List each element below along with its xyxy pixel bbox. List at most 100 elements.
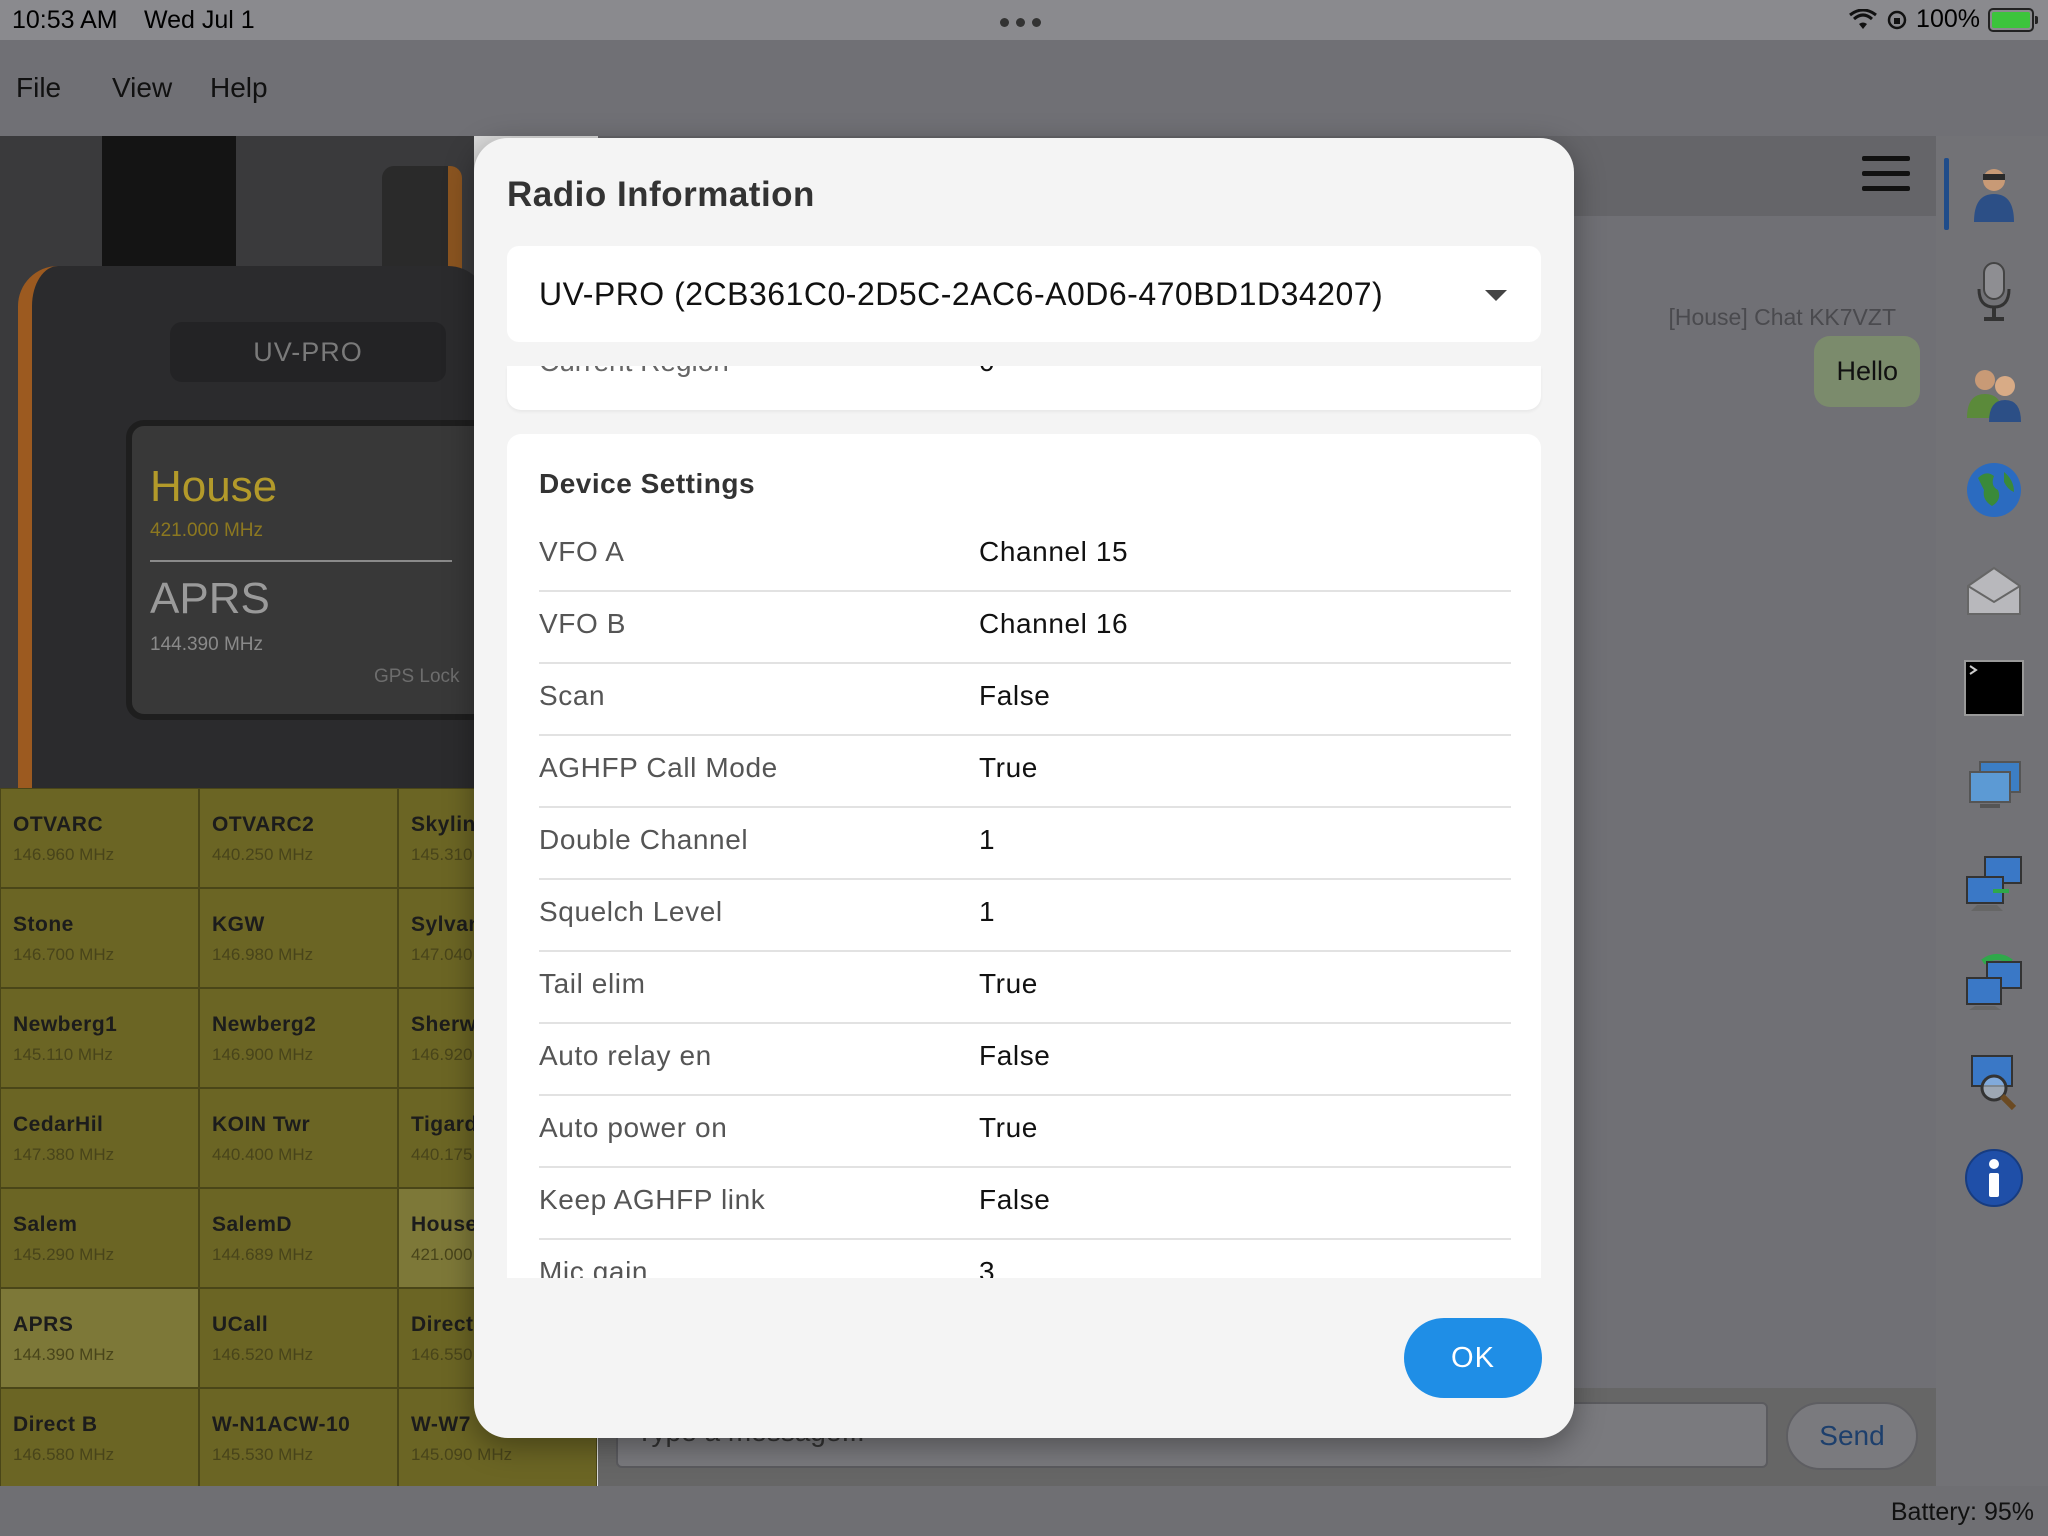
setting-label: Auto power on (539, 1112, 728, 1143)
toolbar-selection-indicator (1944, 158, 1949, 230)
orientation-lock-icon (1887, 10, 1907, 29)
contacts-icon[interactable] (1962, 360, 2026, 424)
chat-header: [House] Chat KK7VZT (1668, 304, 1896, 330)
settings-row: VFO B Channel 16 (539, 592, 1511, 664)
channel-name: Stone (13, 913, 74, 936)
channel-cell[interactable]: KOIN Twr 440.400 MHz (199, 1088, 398, 1188)
dropdown-caret-icon (1485, 290, 1507, 301)
channel-name: Direct B (13, 1413, 98, 1436)
battery-percent: 100% (1916, 5, 1980, 33)
channel-cell[interactable]: OTVARC 146.960 MHz (0, 788, 199, 888)
hamburger-menu-icon[interactable] (1862, 156, 1910, 192)
setting-label: VFO A (539, 536, 625, 567)
globe-icon[interactable] (1962, 458, 2026, 522)
channel-frequency: 144.689 MHz (212, 1245, 314, 1264)
battery-status: Battery: 95% (1890, 1498, 2034, 1526)
setting-value: True (979, 1112, 1038, 1143)
settings-row: Auto power on True (539, 1096, 1511, 1168)
channel-cell-active[interactable]: APRS 144.390 MHz (0, 1288, 199, 1388)
screen-divider (150, 560, 452, 562)
channel-frequency: 144.390 MHz (13, 1345, 115, 1364)
channel-cell[interactable]: OTVARC2 440.250 MHz (199, 788, 398, 888)
channel-cell[interactable]: KGW 146.980 MHz (199, 888, 398, 988)
settings-list: VFO A Channel 15 VFO B Channel 16 Scan Fals… (539, 520, 1511, 1278)
setting-label: Scan (539, 680, 606, 711)
gps-status: GPS Lock (374, 666, 460, 687)
channel-cell[interactable]: Salem 145.290 MHz (0, 1188, 199, 1288)
ok-button[interactable]: OK (1404, 1318, 1542, 1398)
setting-value: Channel 15 (979, 536, 1129, 567)
screens-icon[interactable] (1962, 754, 2026, 818)
chat-message-bubble: Hello (1814, 336, 1920, 407)
setting-label: Tail elim (539, 968, 646, 999)
settings-row: Auto relay en False (539, 1024, 1511, 1096)
channel-name: Salem (13, 1213, 78, 1236)
send-button[interactable]: Send (1786, 1402, 1918, 1470)
channel-frequency: 440.250 MHz (212, 845, 314, 864)
info-icon[interactable] (1962, 1146, 2026, 1210)
channel-name: APRS (13, 1313, 74, 1336)
setting-label: Auto relay en (539, 1040, 712, 1071)
wifi-icon (1849, 8, 1877, 29)
channel-name: OTVARC2 (212, 813, 315, 836)
status-time: 10:53 AM (12, 6, 118, 34)
channel-cell[interactable]: CedarHil 147.380 MHz (0, 1088, 199, 1188)
radio-brand: UV-PRO (170, 322, 446, 382)
settings-row: Scan False (539, 664, 1511, 736)
multitasking-dots-icon[interactable] (1000, 18, 1041, 27)
network-search-icon[interactable] (1962, 1048, 2026, 1112)
menu-bar: File View Help (0, 40, 2048, 136)
channel-frequency: 146.520 MHz (212, 1345, 314, 1364)
vfo-a-frequency: 421.000 MHz (150, 520, 264, 541)
person-icon[interactable] (1962, 162, 2026, 226)
channel-frequency: 145.090 MHz (411, 1445, 513, 1464)
setting-label: Keep AGHFP link (539, 1184, 766, 1215)
dialog-title: Radio Information (507, 175, 815, 214)
channel-cell[interactable]: UCall 146.520 MHz (199, 1288, 398, 1388)
channel-cell[interactable]: Stone 146.700 MHz (0, 888, 199, 988)
channel-frequency: 146.960 MHz (13, 845, 115, 864)
previous-section-card: Current Region 0 (507, 366, 1541, 410)
microphone-icon[interactable] (1962, 260, 2026, 324)
settings-row: AGHFP Call Mode True (539, 736, 1511, 808)
setting-value: 1 (979, 824, 996, 855)
channel-name: Newberg1 (13, 1013, 118, 1036)
battery-icon (1988, 7, 2038, 32)
menu-help[interactable]: Help (210, 72, 268, 104)
setting-label: Double Channel (539, 824, 749, 855)
channel-frequency: 145.110 MHz (13, 1045, 113, 1064)
settings-row: Double Channel 1 (539, 808, 1511, 880)
menu-file[interactable]: File (16, 72, 61, 104)
right-toolbar (1936, 136, 2048, 1486)
settings-row: Mic gain 3 (539, 1240, 1511, 1278)
channel-cell[interactable]: Newberg1 145.110 MHz (0, 988, 199, 1088)
channel-frequency: 147.380 MHz (13, 1145, 115, 1164)
terminal-icon[interactable] (1962, 656, 2026, 720)
radio-display: UV-PRO House 421.000 MHz APRS 144.390 MH… (0, 136, 474, 788)
radio-information-dialog: Radio Information UV-PRO (2CB361C0-2D5C-… (474, 138, 1574, 1438)
channel-name: Newberg2 (212, 1013, 317, 1036)
network-refresh-icon[interactable] (1962, 950, 2026, 1014)
channel-name: SalemD (212, 1213, 293, 1236)
network-icon[interactable] (1962, 852, 2026, 916)
setting-value: False (979, 680, 1051, 711)
radio-select-dropdown[interactable]: UV-PRO (2CB361C0-2D5C-2AC6-A0D6-470BD1D3… (507, 246, 1541, 342)
channel-cell[interactable]: Direct B 146.580 MHz (0, 1388, 199, 1488)
setting-value: False (979, 1040, 1051, 1071)
channel-cell[interactable]: W-N1ACW-10 145.530 MHz (199, 1388, 398, 1488)
vfo-a-name: House (150, 462, 278, 511)
device-settings-card[interactable]: Device Settings VFO A Channel 15 VFO B Cha… (507, 434, 1541, 1278)
setting-value: 3 (979, 1256, 996, 1278)
channel-cell[interactable]: SalemD 144.689 MHz (199, 1188, 398, 1288)
settings-row: VFO A Channel 15 (539, 520, 1511, 592)
channel-name: OTVARC (13, 813, 104, 836)
channel-cell[interactable]: Newberg2 146.900 MHz (199, 988, 398, 1088)
setting-value: 1 (979, 896, 996, 927)
channel-frequency: 146.900 MHz (212, 1045, 314, 1064)
settings-row: Keep AGHFP link False (539, 1168, 1511, 1240)
channel-name: W-N1ACW-10 (212, 1413, 351, 1436)
menu-view[interactable]: View (112, 72, 172, 104)
setting-value: Channel 16 (979, 608, 1129, 639)
mail-icon[interactable] (1962, 558, 2026, 622)
setting-label: Mic gain (539, 1256, 649, 1278)
